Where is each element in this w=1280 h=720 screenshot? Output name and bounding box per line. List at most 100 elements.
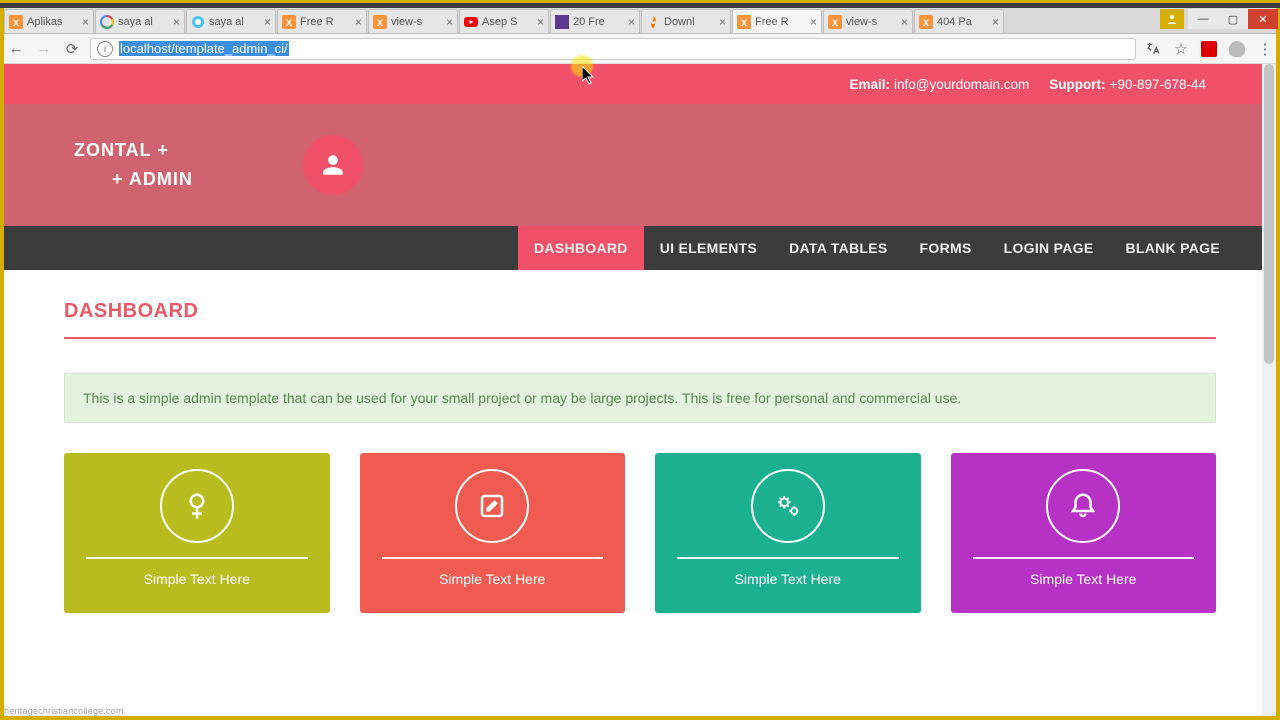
- nav-item-login-page[interactable]: LOGIN PAGE: [988, 226, 1110, 270]
- browser-tab[interactable]: saya al×: [186, 9, 276, 33]
- watermark: heritagechristiancollege.com: [4, 706, 124, 716]
- brand-logo[interactable]: ZONTAL + + ADMIN: [74, 136, 193, 194]
- nav-item-blank-page[interactable]: BLANK PAGE: [1109, 226, 1236, 270]
- tab-close-icon[interactable]: ×: [264, 15, 271, 29]
- title-divider: [64, 337, 1216, 339]
- browser-tab[interactable]: X Free R×: [277, 9, 367, 33]
- tab-title: Aplikas: [27, 16, 79, 28]
- tab-favicon-google-icon: [100, 15, 114, 29]
- window-minimize-button[interactable]: —: [1188, 9, 1218, 29]
- stat-card[interactable]: Simple Text Here: [360, 453, 626, 613]
- window-titlebar: [0, 0, 1280, 8]
- window-maximize-button[interactable]: ▢: [1218, 9, 1248, 29]
- window-close-button[interactable]: ✕: [1248, 9, 1278, 29]
- window-controls: — ▢ ✕: [1160, 9, 1278, 29]
- tab-favicon-xampp-icon: X: [9, 15, 23, 29]
- browser-tab[interactable]: 20 Fre×: [550, 9, 640, 33]
- back-button[interactable]: ←: [6, 39, 26, 59]
- browser-tab[interactable]: saya al×: [95, 9, 185, 33]
- chrome-menu-icon[interactable]: ⋮: [1256, 40, 1274, 58]
- tab-favicon-youtube-icon: [464, 15, 478, 29]
- site-topbar: Email: info@yourdomain.com Support: +90-…: [4, 64, 1276, 104]
- card-divider: [382, 557, 604, 559]
- svg-text:X: X: [832, 18, 838, 28]
- tab-title: Free R: [755, 16, 807, 28]
- tab-title: 404 Pa: [937, 16, 989, 28]
- cogs-icon: [751, 469, 825, 543]
- card-divider: [86, 557, 308, 559]
- site-header: ZONTAL + + ADMIN: [4, 104, 1276, 226]
- email-label: Email:: [850, 77, 891, 92]
- tab-close-icon[interactable]: ×: [992, 15, 999, 29]
- tab-title: Free R: [300, 16, 352, 28]
- browser-tab[interactable]: Downl×: [641, 9, 731, 33]
- support-value: +90-897-678-44: [1110, 77, 1206, 92]
- reload-button[interactable]: ⟳: [62, 39, 82, 59]
- page-title: DASHBOARD: [64, 300, 1216, 323]
- tab-close-icon[interactable]: ×: [810, 15, 817, 29]
- tab-favicon-purple-icon: [555, 15, 569, 29]
- svg-text:X: X: [286, 18, 292, 28]
- browser-tab[interactable]: X404 Pa×: [914, 9, 1004, 33]
- translate-icon[interactable]: [1144, 40, 1162, 58]
- stat-card[interactable]: Simple Text Here: [951, 453, 1217, 613]
- tab-favicon-xampp-icon: X: [373, 15, 387, 29]
- browser-tab[interactable]: X Free R×: [732, 9, 822, 33]
- address-bar[interactable]: i localhost/template_admin_ci/: [90, 38, 1136, 60]
- email-value: info@yourdomain.com: [894, 77, 1029, 92]
- tab-favicon-xampp-icon: X: [828, 15, 842, 29]
- support-label: Support:: [1049, 77, 1105, 92]
- info-alert: This is a simple admin template that can…: [64, 373, 1216, 423]
- window-border: [0, 716, 1280, 720]
- tab-title: 20 Fre: [573, 16, 625, 28]
- stat-cards-row: Simple Text Here Simple Text Here Simple T…: [64, 453, 1216, 613]
- card-divider: [677, 557, 899, 559]
- card-text: Simple Text Here: [144, 571, 250, 587]
- tab-close-icon[interactable]: ×: [446, 15, 453, 29]
- tab-close-icon[interactable]: ×: [82, 15, 89, 29]
- browser-tab[interactable]: X Aplikas×: [4, 9, 94, 33]
- tab-close-icon[interactable]: ×: [173, 15, 180, 29]
- forward-button[interactable]: →: [34, 39, 54, 59]
- tab-close-icon[interactable]: ×: [355, 15, 362, 29]
- svg-text:X: X: [377, 18, 383, 28]
- window-border: [0, 8, 4, 720]
- window-border: [1276, 8, 1280, 720]
- stat-card[interactable]: Simple Text Here: [64, 453, 330, 613]
- tab-favicon-xampp-icon: X: [737, 15, 751, 29]
- tab-title: Downl: [664, 16, 716, 28]
- bookmark-star-icon[interactable]: ☆: [1172, 40, 1190, 58]
- browser-tab[interactable]: Xview-s×: [823, 9, 913, 33]
- edit-icon: [455, 469, 529, 543]
- scrollbar-thumb[interactable]: [1264, 64, 1274, 364]
- card-text: Simple Text Here: [735, 571, 841, 587]
- tab-close-icon[interactable]: ×: [628, 15, 635, 29]
- tab-close-icon[interactable]: ×: [537, 15, 544, 29]
- browser-tab[interactable]: Xview-s×: [368, 9, 458, 33]
- user-avatar[interactable]: [303, 135, 363, 195]
- card-text: Simple Text Here: [439, 571, 545, 587]
- browser-tab[interactable]: Asep S×: [459, 9, 549, 33]
- page-viewport: Email: info@yourdomain.com Support: +90-…: [4, 64, 1276, 716]
- chrome-profile-button[interactable]: [1160, 9, 1184, 29]
- nav-item-dashboard[interactable]: DASHBOARD: [518, 226, 644, 270]
- tab-title: view-s: [391, 16, 443, 28]
- female-icon: [160, 469, 234, 543]
- extension-icon[interactable]: [1228, 40, 1246, 58]
- scrollbar-track[interactable]: [1262, 64, 1276, 716]
- nav-item-ui-elements[interactable]: UI ELEMENTS: [644, 226, 773, 270]
- card-divider: [973, 557, 1195, 559]
- main-nav: DASHBOARDUI ELEMENTSDATA TABLESFORMSLOGI…: [4, 226, 1276, 270]
- card-text: Simple Text Here: [1030, 571, 1136, 587]
- nav-item-forms[interactable]: FORMS: [904, 226, 988, 270]
- avira-extension-icon[interactable]: [1200, 40, 1218, 58]
- tab-close-icon[interactable]: ×: [901, 15, 908, 29]
- tab-favicon-xampp-icon: X: [282, 15, 296, 29]
- nav-item-data-tables[interactable]: DATA TABLES: [773, 226, 903, 270]
- tab-title: saya al: [118, 16, 170, 28]
- site-info-icon[interactable]: i: [97, 41, 113, 57]
- svg-text:X: X: [13, 18, 19, 28]
- tab-close-icon[interactable]: ×: [719, 15, 726, 29]
- stat-card[interactable]: Simple Text Here: [655, 453, 921, 613]
- tab-title: saya al: [209, 16, 261, 28]
